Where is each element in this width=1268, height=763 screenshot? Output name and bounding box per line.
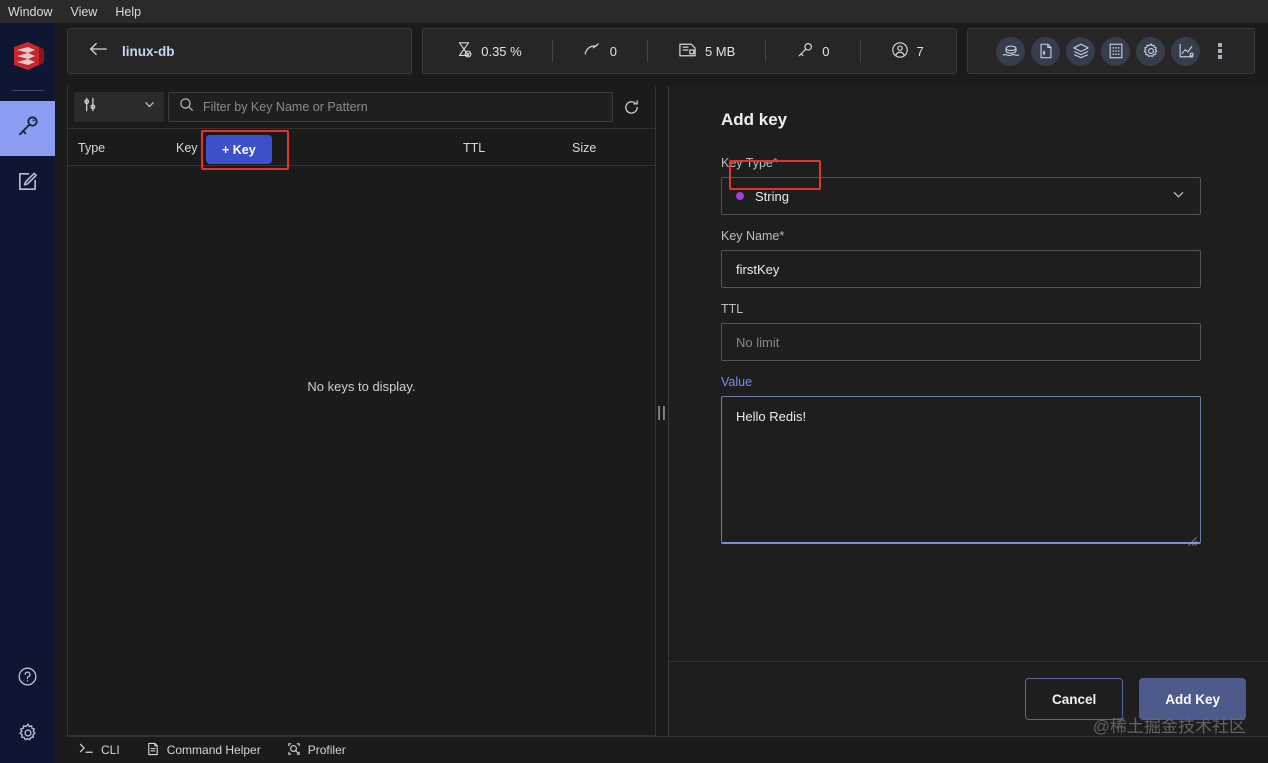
status-item-cli[interactable]: CLI: [79, 742, 120, 758]
keys-empty-state: No keys to display.: [68, 126, 655, 646]
menu-bar: Window View Help: [0, 0, 1268, 23]
arrow-left-icon[interactable]: [88, 40, 108, 63]
key-icon: [16, 114, 40, 143]
status-item-command-helper[interactable]: Command Helper: [146, 742, 261, 759]
toolbar-actions: [967, 28, 1255, 74]
edit-pencil-icon: [16, 170, 39, 198]
memory-value: 5 MB: [704, 43, 736, 59]
key-name-field: Key Name*: [721, 229, 1201, 288]
keys-count-metric: 0: [766, 41, 859, 62]
database-name[interactable]: linux-db: [122, 44, 175, 59]
ops-per-second-metric: 0: [553, 41, 647, 62]
refresh-icon[interactable]: [613, 99, 649, 116]
value-textarea[interactable]: [721, 396, 1201, 544]
database-analysis-icon[interactable]: [996, 36, 1025, 66]
search-input[interactable]: [203, 100, 602, 114]
ttl-input[interactable]: [736, 334, 1186, 350]
cpu-metric: 0.35 %: [425, 41, 551, 62]
key-search-box[interactable]: [168, 92, 613, 122]
keys-value: 0: [822, 43, 830, 59]
gear-icon: [17, 722, 39, 749]
slowlog-icon[interactable]: [1031, 36, 1060, 66]
gauge-icon: [583, 41, 602, 62]
value-field: Value: [721, 375, 1201, 549]
key-name-label: Key Name*: [721, 229, 785, 243]
value-label: Value: [721, 375, 753, 389]
submit-add-key-button[interactable]: Add Key: [1139, 678, 1246, 720]
key-icon: [796, 41, 814, 62]
ops-value: 0: [609, 43, 617, 59]
user-circle-icon: [891, 41, 909, 62]
string-type-dot-icon: [736, 192, 744, 200]
search-icon: [179, 97, 194, 117]
memory-metric: 5 MB: [648, 41, 765, 62]
app-window: Window View Help linux-db 0.35 % 0 5 MB …: [0, 0, 1268, 763]
settings-gear-icon[interactable]: [1136, 36, 1165, 66]
top-toolbar: linux-db 0.35 % 0 5 MB 0 7: [67, 28, 1255, 74]
filter-sliders-icon: [82, 96, 99, 118]
database-header: linux-db: [67, 28, 412, 74]
pub-sub-icon[interactable]: [1066, 36, 1095, 66]
status-item-profiler-label: Profiler: [307, 743, 346, 757]
sidebar-item-workbench[interactable]: [0, 156, 55, 211]
profiler-icon: [287, 742, 301, 759]
menu-item-view[interactable]: View: [70, 5, 97, 19]
cpu-value: 0.35 %: [481, 43, 522, 59]
key-type-field: Key Type* String: [721, 156, 1201, 215]
left-sidebar: [0, 23, 55, 763]
memory-card-icon: [678, 41, 697, 62]
sidebar-divider: [11, 90, 44, 91]
menu-item-window[interactable]: Window: [8, 5, 52, 19]
keys-list-panel: Type Key TTL Size + Key No keys to displ…: [67, 86, 656, 736]
add-key-form: Key Type* String Key Name* firstKey TTL …: [669, 130, 1268, 661]
key-name-input[interactable]: [736, 261, 1186, 277]
key-type-label: Key Type*: [721, 156, 778, 170]
status-bar: CLI Command Helper Profiler: [67, 736, 1268, 763]
trigger-functions-icon[interactable]: [1171, 36, 1200, 66]
more-vertical-icon[interactable]: [1214, 39, 1226, 63]
add-key-footer: Cancel Add Key: [669, 661, 1268, 736]
help-circle-icon: [17, 666, 38, 692]
key-type-select[interactable]: String: [721, 177, 1201, 215]
chevron-down-icon: [143, 98, 156, 116]
clients-value: 7: [916, 43, 924, 59]
redis-logo: [11, 41, 45, 76]
ttl-field: TTL: [721, 302, 1201, 361]
panel-splitter-handle[interactable]: ||: [656, 400, 668, 424]
chevron-down-icon: [1171, 187, 1186, 205]
ttl-input-wrap[interactable]: [721, 323, 1201, 361]
add-key-title: Add key: [721, 110, 788, 129]
status-item-command-helper-label: Command Helper: [166, 743, 261, 757]
status-item-profiler[interactable]: Profiler: [287, 742, 346, 759]
hourglass-icon: [455, 41, 473, 62]
add-key-panel: Add key Key Type* String Key Name* first…: [668, 86, 1268, 736]
terminal-icon: [79, 742, 94, 758]
document-icon: [146, 742, 160, 759]
value-textarea-wrap: [721, 396, 1201, 549]
sidebar-bottom-group: [0, 651, 55, 763]
cancel-button[interactable]: Cancel: [1024, 678, 1124, 720]
filter-bar: [68, 86, 655, 128]
cluster-details-icon[interactable]: [1101, 36, 1130, 66]
connected-clients-metric: 7: [861, 41, 954, 62]
status-item-cli-label: CLI: [101, 743, 120, 757]
metrics-bar: 0.35 % 0 5 MB 0 7: [422, 28, 957, 74]
key-type-filter-dropdown[interactable]: [74, 92, 164, 122]
sidebar-item-settings[interactable]: [0, 707, 55, 763]
empty-state-message: No keys to display.: [307, 378, 416, 394]
sidebar-item-help[interactable]: [0, 651, 55, 707]
menu-item-help[interactable]: Help: [115, 5, 141, 19]
key-name-input-wrap[interactable]: [721, 250, 1201, 288]
key-type-value: String: [755, 188, 789, 204]
ttl-label: TTL: [721, 302, 744, 316]
sidebar-item-browse[interactable]: [0, 101, 55, 156]
